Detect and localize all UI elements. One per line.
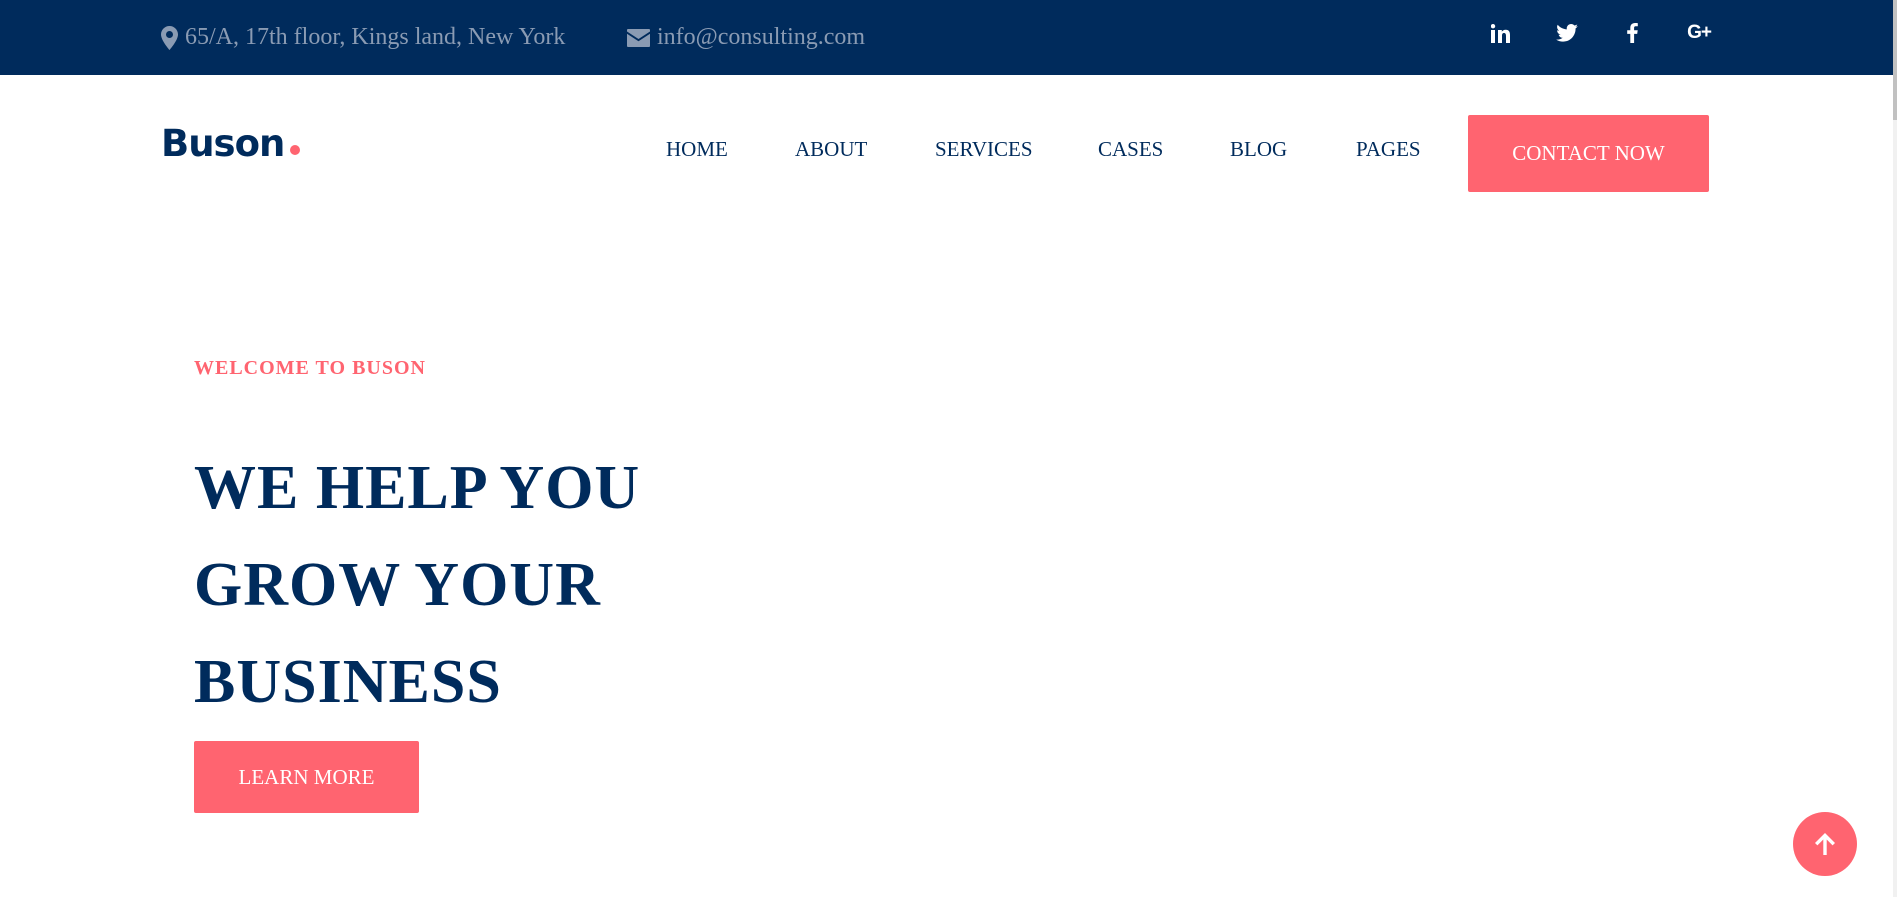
facebook-icon[interactable] [1617,18,1647,48]
learn-more-button[interactable]: LEARN MORE [194,741,419,813]
nav-pages[interactable]: PAGES [1356,137,1421,162]
nav-home[interactable]: HOME [666,137,728,162]
address-text: 65/A, 17th floor, Kings land, New York [185,24,566,50]
map-pin-icon [161,25,178,50]
contact-now-button[interactable]: CONTACT NOW [1468,115,1709,192]
hero-headline: WE HELP YOU GROW YOUR BUSINESS [194,440,834,731]
hero-eyebrow: WELCOME TO BUSON [194,357,426,379]
site-logo[interactable]: Buson [161,122,301,165]
google-plus-icon[interactable]: G+ [1684,18,1714,48]
nav-services[interactable]: SERVICES [935,137,1033,162]
scrollbar-thumb[interactable] [1893,0,1897,120]
twitter-icon[interactable] [1552,18,1582,48]
google-plus-label: G+ [1687,22,1712,43]
scroll-to-top-button[interactable] [1793,812,1857,876]
nav-about[interactable]: ABOUT [795,137,867,162]
headline-line-1: WE HELP YOU [194,454,641,522]
headline-line-3: BUSINESS [194,648,502,716]
top-bar: 65/A, 17th floor, Kings land, New York i… [0,0,1897,75]
arrow-up-icon [1815,833,1835,855]
logo-dot [290,145,301,155]
email-text[interactable]: info@consulting.com [657,24,865,51]
email-info[interactable]: info@consulting.com [627,0,865,75]
nav-blog[interactable]: BLOG [1230,137,1287,162]
logo-text: Buson [161,122,285,165]
envelope-icon [627,28,650,47]
linkedin-icon[interactable] [1485,18,1515,48]
scrollbar-track[interactable] [1893,0,1897,897]
headline-line-2: GROW YOUR [194,551,601,619]
nav-cases[interactable]: CASES [1098,137,1163,162]
address-info: 65/A, 17th floor, Kings land, New York [161,0,565,75]
